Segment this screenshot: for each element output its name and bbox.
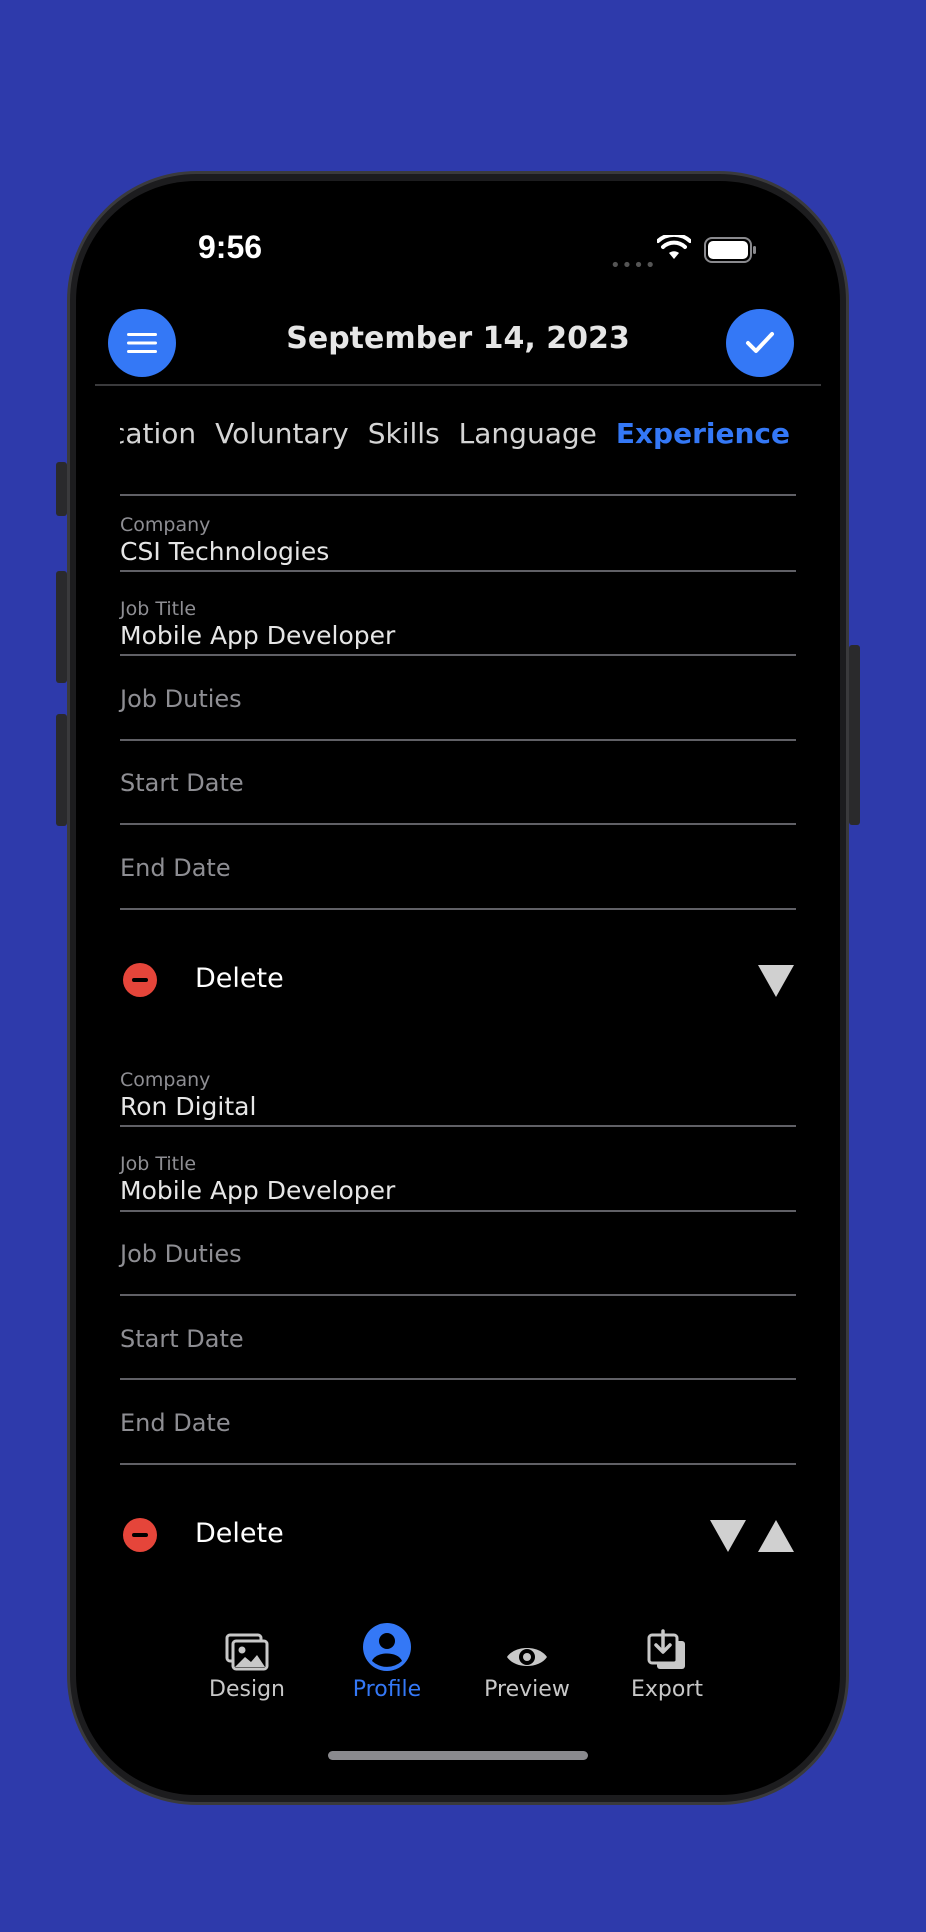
home-indicator bbox=[328, 1751, 588, 1760]
minus-circle-icon[interactable] bbox=[123, 963, 157, 997]
entry-actions: Delete bbox=[120, 963, 796, 1003]
nav-preview[interactable]: Preview bbox=[472, 1625, 582, 1702]
end-date-input[interactable]: End Date bbox=[120, 854, 231, 882]
nav-export[interactable]: Export bbox=[612, 1625, 722, 1702]
start-date-underline bbox=[120, 823, 796, 825]
nav-export-label: Export bbox=[630, 1677, 703, 1702]
end-date-underline bbox=[120, 908, 796, 910]
tab-experience[interactable]: Experience bbox=[616, 417, 790, 450]
company-input[interactable]: Ron Digital bbox=[120, 1092, 256, 1121]
volume-up-button bbox=[56, 571, 67, 683]
divider bbox=[120, 494, 796, 496]
confirm-button[interactable] bbox=[726, 309, 794, 377]
profile-icon bbox=[363, 1623, 411, 1671]
delete-button[interactable]: Delete bbox=[195, 963, 284, 994]
start-date-input[interactable]: Start Date bbox=[120, 1325, 244, 1353]
images-icon bbox=[225, 1633, 269, 1671]
start-date-underline bbox=[120, 1378, 796, 1380]
job-duties-input[interactable]: Job Duties bbox=[120, 685, 242, 713]
job-duties-underline bbox=[120, 1294, 796, 1296]
checkmark-icon bbox=[746, 332, 774, 353]
delete-button[interactable]: Delete bbox=[195, 1518, 284, 1549]
job-title-underline bbox=[120, 1210, 796, 1212]
company-label: Company bbox=[120, 1069, 211, 1091]
tab-voluntary[interactable]: Voluntary bbox=[215, 417, 349, 450]
company-label: Company bbox=[120, 514, 211, 536]
battery-icon bbox=[704, 237, 756, 263]
end-date-input[interactable]: End Date bbox=[120, 1409, 231, 1437]
job-duties-input[interactable]: Job Duties bbox=[120, 1240, 242, 1268]
job-title-input[interactable]: Mobile App Developer bbox=[120, 621, 395, 650]
job-title-label: Job Title bbox=[120, 598, 197, 620]
company-input[interactable]: CSI Technologies bbox=[120, 537, 329, 566]
nav-design-label: Design bbox=[209, 1677, 285, 1702]
export-icon bbox=[647, 1629, 685, 1669]
minus-circle-icon[interactable] bbox=[123, 1518, 157, 1552]
status-time: 9:56 bbox=[198, 229, 263, 265]
eye-icon bbox=[507, 1648, 547, 1666]
job-title-underline bbox=[120, 654, 796, 656]
tab-education[interactable]: Education bbox=[120, 417, 196, 450]
mute-switch bbox=[56, 462, 67, 516]
app-screen: 9:56 •••• September 14, 2023 Education V… bbox=[76, 181, 840, 1795]
nav-profile[interactable]: Profile bbox=[332, 1623, 442, 1702]
move-up-icon[interactable] bbox=[758, 1520, 794, 1552]
signal-dots-icon: •••• bbox=[610, 255, 657, 276]
company-underline bbox=[120, 1125, 796, 1127]
job-title-label: Job Title bbox=[120, 1153, 197, 1175]
company-underline bbox=[120, 570, 796, 572]
nav-profile-label: Profile bbox=[352, 1677, 422, 1702]
tab-skills[interactable]: Skills bbox=[368, 417, 440, 450]
job-title-input[interactable]: Mobile App Developer bbox=[120, 1176, 395, 1205]
nav-preview-label: Preview bbox=[484, 1677, 570, 1702]
move-down-icon[interactable] bbox=[710, 1520, 746, 1552]
end-date-underline bbox=[120, 1463, 796, 1465]
entry-actions: Delete bbox=[120, 1518, 796, 1558]
wifi-icon bbox=[657, 235, 691, 259]
job-duties-underline bbox=[120, 739, 796, 741]
power-button bbox=[849, 645, 860, 825]
nav-design[interactable]: Design bbox=[192, 1625, 302, 1702]
tab-language[interactable]: Language bbox=[459, 417, 597, 450]
volume-down-button bbox=[56, 714, 67, 826]
section-tabs: Education Voluntary Skills Language Expe… bbox=[120, 417, 790, 467]
move-down-icon[interactable] bbox=[758, 965, 794, 997]
header-divider bbox=[95, 384, 821, 386]
start-date-input[interactable]: Start Date bbox=[120, 769, 244, 797]
